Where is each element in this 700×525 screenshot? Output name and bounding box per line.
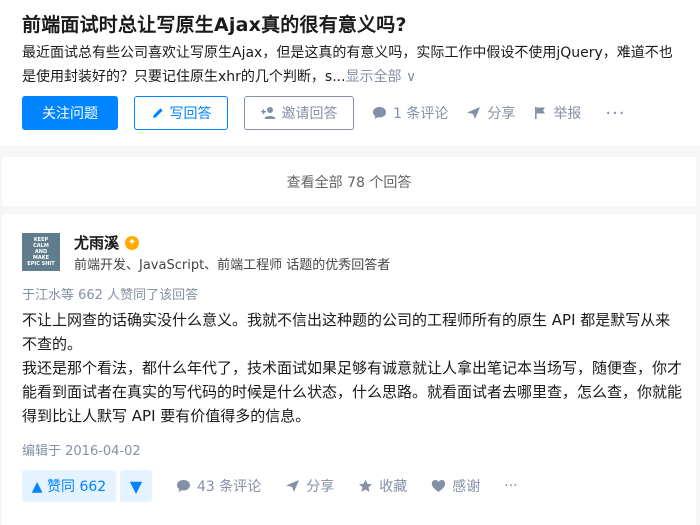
author-headline: 前端开发、JavaScript、前端工程师 话题的优秀回答者 bbox=[74, 258, 391, 273]
report-button[interactable]: 举报 bbox=[533, 103, 581, 123]
comment-icon bbox=[177, 480, 190, 492]
write-answer-button[interactable]: 写回答 bbox=[134, 96, 228, 130]
upvote-button[interactable]: ▲ 赞同 662 bbox=[22, 470, 116, 502]
excellent-answerer-badge-icon[interactable]: ✦ bbox=[125, 235, 140, 250]
show-all-link[interactable]: 显示全部 ∨ bbox=[346, 69, 417, 85]
collect-button[interactable]: 收藏 bbox=[358, 476, 407, 496]
report-label: 举报 bbox=[553, 106, 582, 122]
author-name[interactable]: 尤雨溪 bbox=[74, 232, 119, 253]
thanks-label: 感谢 bbox=[452, 479, 481, 495]
answer-share-button[interactable]: 分享 bbox=[285, 476, 334, 496]
heart-icon bbox=[432, 480, 446, 492]
avatar[interactable]: KEEP CALM AND MAKE EPIC SHIT bbox=[22, 233, 60, 271]
question-description: 最近面试总有些公司喜欢让写原生Ajax，但是这真的有意义吗，实际工作中假设不使用… bbox=[22, 41, 682, 89]
invite-answer-button[interactable]: 邀请回答 bbox=[244, 96, 354, 130]
answer-card: KEEP CALM AND MAKE EPIC SHIT 尤雨溪 ✦ 前端开发、… bbox=[2, 214, 696, 525]
answer-content: 不让上网查的话确实没什么意义。我就不信出这种题的公司的工程师所有的原生 API … bbox=[22, 308, 682, 428]
collect-label: 收藏 bbox=[379, 479, 408, 495]
answer-share-label: 分享 bbox=[306, 479, 335, 495]
star-icon bbox=[359, 479, 373, 492]
question-card: 前端面试时总让写原生Ajax真的很有意义吗? 最近面试总有些公司喜欢让写原生Aj… bbox=[0, 0, 700, 146]
answer-comments-label: 43 条评论 bbox=[197, 479, 262, 495]
view-all-answers-button[interactable]: 查看全部 78 个回答 bbox=[2, 157, 696, 206]
answer-paragraph: 不让上网查的话确实没什么意义。我就不信出这种题的公司的工程师所有的原生 API … bbox=[22, 311, 671, 353]
share-icon bbox=[286, 480, 300, 492]
flag-icon bbox=[535, 107, 546, 119]
answer-actions: ▲ 赞同 662 ▼ 43 条评论 分享 收藏 感谢 ··· bbox=[22, 470, 518, 502]
add-user-icon bbox=[260, 107, 275, 119]
downvote-button[interactable]: ▼ bbox=[120, 470, 152, 502]
answer-comments-button[interactable]: 43 条评论 bbox=[176, 476, 261, 496]
invite-answer-label: 邀请回答 bbox=[281, 106, 338, 122]
thanks-button[interactable]: 感谢 bbox=[431, 476, 480, 496]
question-share-button[interactable]: 分享 bbox=[466, 103, 515, 123]
write-answer-label: 写回答 bbox=[169, 106, 212, 122]
question-share-label: 分享 bbox=[487, 106, 516, 122]
question-comments-button[interactable]: 1 条评论 bbox=[372, 103, 448, 123]
pencil-icon bbox=[152, 108, 163, 118]
question-comments-label: 1 条评论 bbox=[393, 106, 449, 122]
answer-paragraph: 我还是那个看法，都什么年代了，技术面试如果足够有诚意就让人拿出笔记本当场写，随便… bbox=[22, 359, 683, 425]
question-actions: 关注问题 写回答 邀请回答 1 条评论 分享 举报 ··· bbox=[22, 96, 626, 130]
author-block: 尤雨溪 ✦ bbox=[74, 232, 140, 253]
avatar-text-line: EPIC SHIT bbox=[27, 261, 55, 267]
share-icon bbox=[467, 107, 481, 119]
question-title[interactable]: 前端面试时总让写原生Ajax真的很有意义吗? bbox=[22, 10, 407, 37]
follow-question-button[interactable]: 关注问题 bbox=[22, 96, 118, 130]
edited-date[interactable]: 编辑于 2016-04-02 bbox=[22, 440, 141, 459]
answer-more-button[interactable]: ··· bbox=[504, 478, 517, 494]
question-more-button[interactable]: ··· bbox=[605, 103, 625, 124]
voters-summary[interactable]: 于江水等 662 人赞同了该回答 bbox=[22, 284, 198, 303]
comment-icon bbox=[373, 107, 386, 119]
